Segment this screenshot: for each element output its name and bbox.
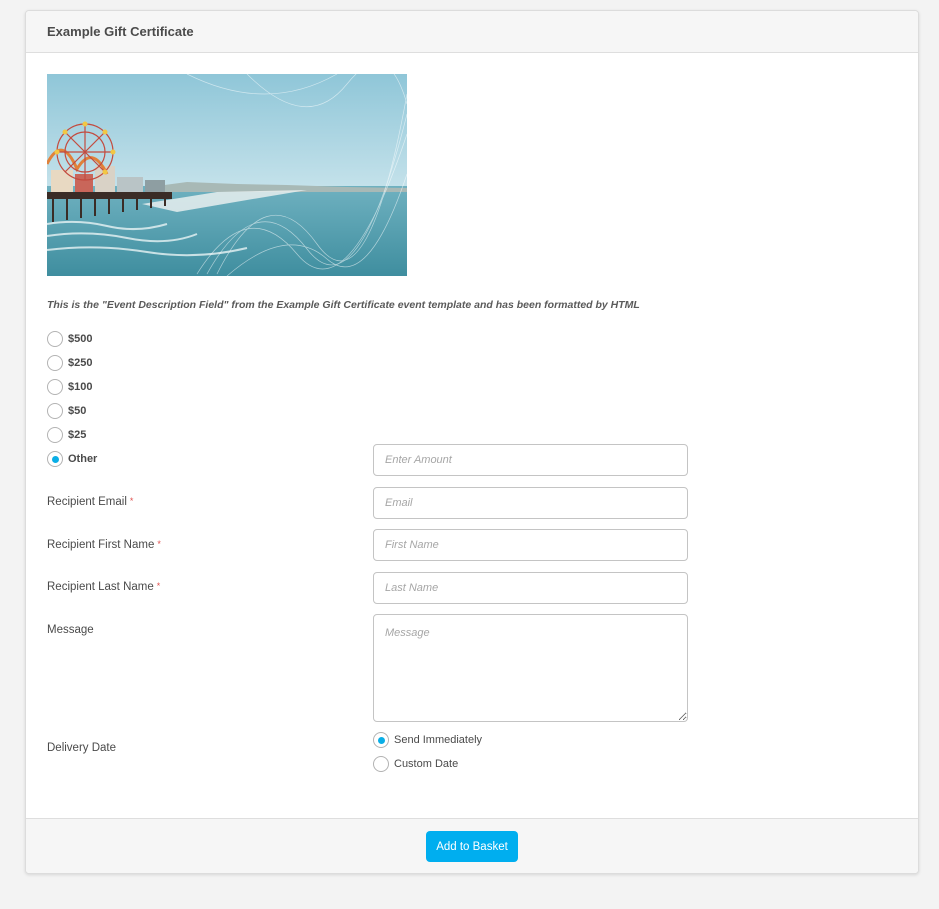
label-text: Recipient First Name (47, 539, 155, 551)
message-label: Message (47, 624, 94, 636)
radio-button[interactable] (47, 427, 63, 443)
recipient-last-name-input[interactable] (373, 572, 688, 604)
pier-beach-photo (47, 74, 407, 276)
delivery-date-label: Delivery Date (47, 742, 117, 754)
recipient-first-name-label: Recipient First Name * (47, 539, 161, 551)
radio-button[interactable] (47, 379, 63, 395)
delivery-custom-date[interactable]: Custom Date (373, 755, 458, 773)
delivery-send-immediately[interactable]: Send Immediately (373, 731, 482, 749)
required-mark: * (129, 496, 134, 506)
amount-option-25[interactable]: $25 (47, 426, 86, 444)
delivery-option-label: Send Immediately (394, 734, 483, 746)
delivery-option-label: Custom Date (394, 758, 459, 770)
amount-option-label: $25 (68, 429, 87, 441)
amount-option-label: $250 (68, 357, 93, 369)
radio-button[interactable] (47, 331, 63, 347)
gift-certificate-panel: Example Gift Certificate This is the "Ev… (25, 10, 919, 874)
amount-option-label: $100 (68, 381, 93, 393)
message-textarea[interactable] (373, 614, 688, 722)
radio-button[interactable] (373, 756, 389, 772)
radio-button-selected[interactable] (373, 732, 389, 748)
radio-button[interactable] (47, 355, 63, 371)
recipient-email-input[interactable] (373, 487, 688, 519)
recipient-email-label: Recipient Email * (47, 496, 133, 508)
amount-option-50[interactable]: $50 (47, 402, 86, 420)
recipient-first-name-input[interactable] (373, 529, 688, 561)
recipient-last-name-label: Recipient Last Name * (47, 581, 160, 593)
event-description: This is the "Event Description Field" fr… (47, 299, 640, 311)
label-text: Recipient Last Name (47, 581, 154, 593)
amount-option-250[interactable]: $250 (47, 354, 92, 372)
panel-title: Example Gift Certificate (26, 11, 918, 53)
amount-option-label: $50 (68, 405, 87, 417)
amount-option-other[interactable]: Other (47, 450, 97, 468)
panel-body: This is the "Event Description Field" fr… (26, 53, 918, 820)
amount-option-100[interactable]: $100 (47, 378, 92, 396)
required-mark: * (156, 581, 161, 591)
amount-option-label: Other (68, 453, 98, 465)
radio-button-selected[interactable] (47, 451, 63, 467)
label-text: Recipient Email (47, 496, 127, 508)
radio-button[interactable] (47, 403, 63, 419)
required-mark: * (157, 539, 161, 549)
amount-option-500[interactable]: $500 (47, 330, 92, 348)
amount-option-label: $500 (68, 333, 93, 345)
panel-footer: Add to Basket (26, 818, 918, 873)
add-to-basket-button[interactable]: Add to Basket (426, 831, 518, 862)
amount-input[interactable] (373, 444, 688, 476)
